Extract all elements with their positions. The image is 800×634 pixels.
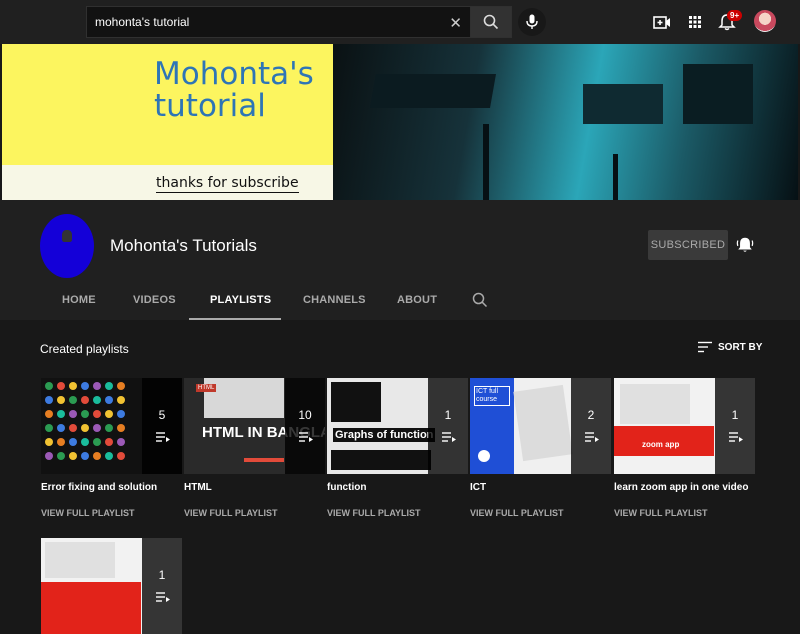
thumb-text: zoom app	[642, 440, 680, 449]
playlist-count-overlay	[428, 378, 468, 474]
view-full-playlist-link[interactable]: VIEW FULL PLAYLIST	[470, 508, 564, 518]
keyboard-shape	[513, 384, 573, 462]
banner-desk-photo	[333, 44, 798, 200]
search-input[interactable]: mohonta's tutorial ✕	[86, 6, 470, 38]
red-bar	[244, 458, 284, 462]
playlist-count-overlay	[715, 378, 755, 474]
black-label-bottom	[331, 450, 431, 470]
view-full-playlist-link[interactable]: VIEW FULL PLAYLIST	[41, 508, 135, 518]
playlists-section: Created playlists SORT BY 5 Error fixing…	[0, 320, 800, 634]
playlist-count-overlay	[285, 378, 325, 474]
channel-avatar[interactable]	[40, 214, 94, 278]
playlist-count: 1	[731, 408, 739, 422]
playlist-thumbnail[interactable]: 1	[41, 538, 182, 634]
search-query[interactable]: mohonta's tutorial	[95, 15, 189, 29]
black-label-top	[331, 382, 381, 422]
playlist-thumbnail[interactable]: zoom app 1	[614, 378, 755, 474]
red-panel	[41, 582, 141, 634]
microphone-icon	[526, 14, 538, 29]
tab-about[interactable]: ABOUT	[397, 294, 437, 306]
playlist-thumbnail[interactable]: HTML HTML IN BANGLA 10	[184, 378, 325, 474]
playlist-icon	[299, 432, 313, 442]
top-bar: mohonta's tutorial ✕ 9+	[0, 0, 800, 44]
search-button[interactable]	[470, 6, 512, 38]
search-icon	[483, 14, 499, 30]
voice-search-button[interactable]	[518, 8, 546, 36]
banner-title: Mohonta's tutorial	[154, 56, 314, 124]
app-icons-thumbnail	[45, 382, 125, 460]
close-icon[interactable]: ✕	[449, 14, 462, 32]
playlist-count: 2	[587, 408, 595, 422]
notification-badge: 9+	[727, 10, 743, 21]
playlist-title[interactable]: ICT	[470, 482, 620, 493]
playlist-count-overlay	[142, 378, 182, 474]
video-plus-icon[interactable]	[652, 12, 672, 32]
apps-grid-icon[interactable]	[685, 12, 705, 32]
channel-header: Mohonta's Tutorials SUBSCRIBED HOME VIDE…	[0, 200, 800, 320]
view-full-playlist-link[interactable]: VIEW FULL PLAYLIST	[614, 508, 708, 518]
playlist-count-overlay	[571, 378, 611, 474]
thumb-text: ICT full course	[474, 386, 510, 406]
avatar-face	[62, 230, 72, 242]
playlist-thumbnail[interactable]: 5	[41, 378, 182, 474]
channel-banner: Mohonta's tutorial thanks for subscribe	[2, 44, 798, 200]
playlist-icon	[156, 592, 170, 602]
avatar[interactable]	[754, 10, 776, 32]
playlist-title[interactable]: Error fixing and solution	[41, 482, 191, 493]
playlist-count: 1	[158, 568, 166, 582]
playlist-icon	[585, 432, 599, 442]
banner-subtitle: thanks for subscribe	[156, 175, 299, 193]
playlist-icon	[442, 432, 456, 442]
playlist-thumbnail[interactable]: ICT full course 2	[470, 378, 611, 474]
thumb-text: Graphs of function	[333, 428, 436, 442]
sort-label: SORT BY	[718, 342, 763, 353]
view-full-playlist-link[interactable]: VIEW FULL PLAYLIST	[327, 508, 421, 518]
keyboard-shape	[45, 542, 115, 578]
playlist-thumbnail[interactable]: Graphs of function 1	[327, 378, 468, 474]
tab-videos[interactable]: VIDEOS	[133, 294, 176, 306]
playlist-title[interactable]: function	[327, 482, 477, 493]
subscribed-button[interactable]: SUBSCRIBED	[648, 230, 728, 260]
playlist-icon	[156, 432, 170, 442]
bell-icon[interactable]	[736, 236, 754, 254]
playlist-count: 1	[444, 408, 452, 422]
tab-home[interactable]: HOME	[62, 294, 96, 306]
playlist-icon	[729, 432, 743, 442]
sort-icon	[698, 341, 712, 353]
playlist-title[interactable]: HTML	[184, 482, 334, 493]
playlist-title[interactable]: learn zoom app in one video	[614, 482, 764, 493]
section-title: Created playlists	[40, 342, 129, 356]
channel-tabs: HOME VIDEOS PLAYLISTS CHANNELS ABOUT	[0, 286, 800, 320]
playlist-count-overlay	[142, 538, 182, 634]
tab-channels[interactable]: CHANNELS	[303, 294, 366, 306]
search-icon[interactable]	[472, 292, 488, 308]
html-badge: HTML	[196, 384, 217, 392]
keyboard-shape	[620, 384, 690, 424]
channel-name: Mohonta's Tutorials	[110, 236, 257, 255]
view-full-playlist-link[interactable]: VIEW FULL PLAYLIST	[184, 508, 278, 518]
tab-playlists[interactable]: PLAYLISTS	[210, 294, 271, 306]
playlist-count: 10	[298, 408, 312, 422]
playlist-count: 5	[158, 408, 166, 422]
arrow-circle	[478, 450, 490, 462]
